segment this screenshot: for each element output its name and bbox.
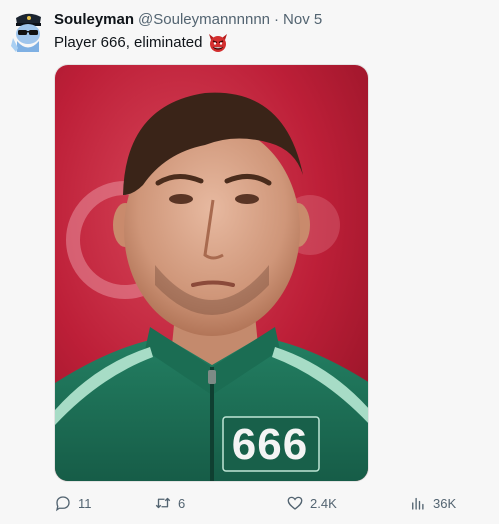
reply-count: 11 xyxy=(78,495,92,511)
reply-button[interactable]: 11 xyxy=(54,494,92,512)
author-name[interactable]: Souleyman xyxy=(54,11,134,29)
avatar[interactable] xyxy=(8,8,48,52)
tweet-header: Souleyman @Souleymannnnnn · Nov 5 xyxy=(54,11,322,29)
like-button[interactable]: 2.4K xyxy=(286,494,337,512)
tweet-text: Player 666, eliminated xyxy=(54,33,228,53)
heart-icon xyxy=(287,496,303,510)
reply-icon xyxy=(55,496,70,512)
like-count: 2.4K xyxy=(310,495,337,511)
jersey-number: 666 xyxy=(231,420,309,469)
author-handle[interactable]: @Souleymannnnnn xyxy=(138,11,270,29)
tweet-media-image[interactable] xyxy=(54,64,369,482)
tweet-text-content: Player 666, eliminated xyxy=(54,34,203,51)
tweet-actions: 11 6 2.4K 36K xyxy=(54,494,456,516)
analytics-icon xyxy=(412,497,424,510)
view-count: 36K xyxy=(433,495,457,511)
tweet-card[interactable]: Souleyman @Souleymannnnnn · Nov 5 Player… xyxy=(0,0,499,524)
repost-count: 6 xyxy=(178,495,186,511)
ogre-mask-icon xyxy=(208,33,228,53)
views-button[interactable]: 36K xyxy=(409,494,456,512)
separator-dot: · xyxy=(274,11,280,28)
tweet-date[interactable]: Nov 5 xyxy=(283,11,322,29)
repost-icon xyxy=(155,497,171,509)
repost-button[interactable]: 6 xyxy=(154,494,185,512)
